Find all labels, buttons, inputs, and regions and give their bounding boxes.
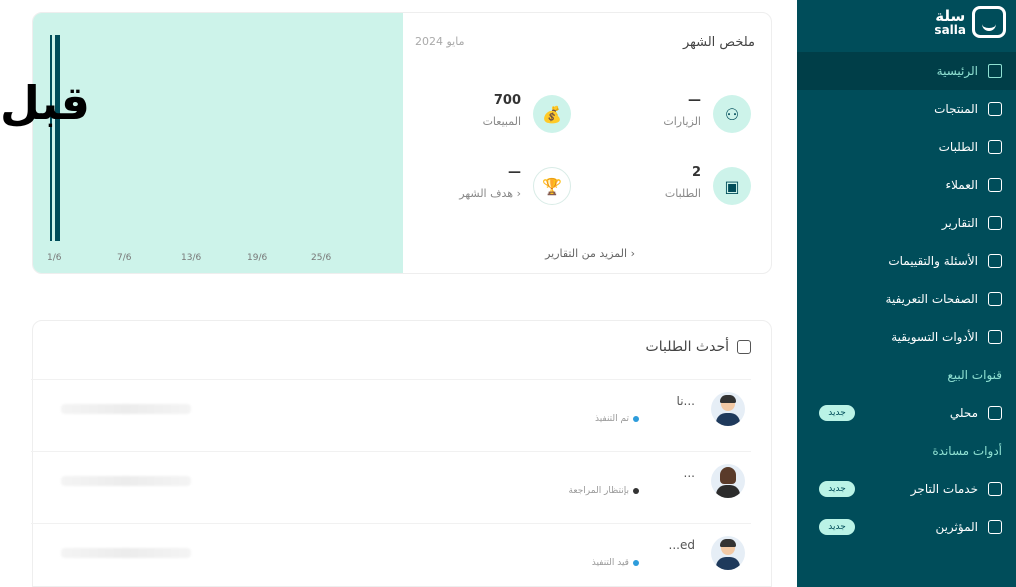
sidebar-item-label: محلي <box>949 406 978 420</box>
summary-title: ملخص الشهر <box>682 35 755 50</box>
avatar <box>711 464 745 498</box>
new-badge: جديد <box>819 405 855 421</box>
sales-label: المبيعات <box>482 115 521 128</box>
visits-value: — <box>688 93 701 108</box>
sidebar-nav: الرئيسية المنتجات الطلبات العملاء التقار… <box>797 52 1016 546</box>
redacted-info <box>61 548 191 558</box>
x-tick-label: 13/6 <box>181 253 202 263</box>
sidebar-item-label: المنتجات <box>934 102 978 116</box>
month-summary-card: 1/6 7/6 13/6 19/6 25/6 ملخص الشهر مايو 2… <box>32 12 772 274</box>
sidebar-item-label: الصفحات التعريفية <box>885 292 978 306</box>
order-row[interactable]: ... بإنتظار المراجعة <box>31 451 751 509</box>
chart-bar <box>55 35 60 241</box>
store-icon <box>988 406 1002 420</box>
goal-value: — <box>508 165 521 180</box>
sales-channels-title: قنوات البيع <box>947 368 1002 382</box>
status-dot <box>633 488 639 494</box>
sidebar-item-label: الأسئلة والتقييمات <box>888 254 978 268</box>
sidebar-item-local[interactable]: جديد محلي <box>797 394 1016 432</box>
avatar <box>711 536 745 570</box>
chart-svg <box>50 35 60 241</box>
order-row[interactable]: ...ed قيد التنفيذ <box>31 523 751 581</box>
pie-chart-icon <box>988 216 1002 230</box>
order-status: تم التنفيذ <box>595 414 639 424</box>
avatar <box>711 392 745 426</box>
sidebar-item-products[interactable]: المنتجات <box>797 90 1016 128</box>
money-bag-icon: 💰 <box>533 95 571 133</box>
goal-label[interactable]: هدف الشهر › <box>459 187 521 200</box>
sidebar-item-orders[interactable]: الطلبات <box>797 128 1016 166</box>
sidebar-item-label: المؤثرين <box>935 520 978 534</box>
logo-text: سلة salla <box>934 6 966 37</box>
more-reports-link[interactable]: المزيد من التقارير › <box>545 247 635 260</box>
sales-value: 700 <box>493 93 521 108</box>
logo-ar: سلة <box>935 6 966 25</box>
new-badge: جديد <box>819 481 855 497</box>
users-icon: ⚇ <box>713 95 751 133</box>
latest-orders-card: أحدث الطلبات نا... تم التنفيذ ... بإنتظا… <box>31 320 772 587</box>
orders-value: 2 <box>691 165 701 180</box>
box-icon: ▣ <box>713 167 751 205</box>
support-tools-title: أدوات مساندة <box>932 444 1002 458</box>
sidebar-item-label: الطلبات <box>938 140 978 154</box>
redacted-info <box>61 476 191 486</box>
sidebar-item-home[interactable]: الرئيسية <box>797 52 1016 90</box>
order-status: قيد التنفيذ <box>592 558 639 568</box>
status-dot <box>633 560 639 566</box>
summary-date[interactable]: مايو 2024 <box>415 35 464 48</box>
box-icon <box>737 340 751 354</box>
users-icon <box>988 178 1002 192</box>
redacted-info <box>61 404 191 414</box>
order-status-text: بإنتظار المراجعة <box>568 486 629 496</box>
sidebar-item-label: العملاء <box>945 178 978 192</box>
x-tick-label: 7/6 <box>117 253 132 263</box>
sidebar-item-influencers[interactable]: جديد المؤثرين <box>797 508 1016 546</box>
goal-stat[interactable]: 🏆 — هدف الشهر › <box>421 161 571 211</box>
briefcase-icon <box>988 482 1002 496</box>
sidebar-item-label: الأدوات التسويقية <box>891 330 978 344</box>
sidebar-item-customers[interactable]: العملاء <box>797 166 1016 204</box>
salla-logo-icon <box>972 6 1006 38</box>
salla-logo[interactable]: سلة salla <box>934 6 1006 38</box>
page-icon <box>988 292 1002 306</box>
order-customer-name: ... <box>683 466 695 480</box>
before-label: قبل <box>0 76 90 130</box>
new-badge: جديد <box>819 519 855 535</box>
order-customer-name: نا... <box>676 394 695 408</box>
order-row[interactable]: نا... تم التنفيذ <box>31 379 751 437</box>
sidebar-item-reports[interactable]: التقارير <box>797 204 1016 242</box>
sidebar-item-label: الرئيسية <box>936 64 978 78</box>
order-status-text: تم التنفيذ <box>594 414 629 424</box>
order-customer-name: ...ed <box>668 538 695 552</box>
sidebar-item-label: خدمات التاجر <box>910 482 978 496</box>
orders-stat: ▣ 2 الطلبات <box>601 161 751 211</box>
box-icon <box>988 140 1002 154</box>
sidebar-item-merchant-services[interactable]: جديد خدمات التاجر <box>797 470 1016 508</box>
logo-en: salla <box>934 22 966 37</box>
status-dot <box>633 416 639 422</box>
latest-orders-title: أحدث الطلبات <box>645 339 729 355</box>
sidebar-item-questions-reviews[interactable]: الأسئلة والتقييمات <box>797 242 1016 280</box>
chat-icon <box>988 254 1002 268</box>
sales-chart: 1/6 7/6 13/6 19/6 25/6 <box>33 13 403 273</box>
x-tick-label: 25/6 <box>311 253 332 263</box>
sidebar-item-label: التقارير <box>941 216 978 230</box>
influencer-icon <box>988 520 1002 534</box>
sidebar-item-pages[interactable]: الصفحات التعريفية <box>797 280 1016 318</box>
x-tick-label: 19/6 <box>247 253 268 263</box>
sales-stat: 💰 700 المبيعات <box>421 89 571 139</box>
latest-orders-header: أحدث الطلبات <box>646 339 751 355</box>
order-status-text: قيد التنفيذ <box>591 558 629 568</box>
home-icon <box>988 64 1002 78</box>
visits-stat: ⚇ — الزيارات <box>601 89 751 139</box>
trophy-icon: 🏆 <box>533 167 571 205</box>
visits-label: الزيارات <box>663 115 701 128</box>
megaphone-icon <box>988 330 1002 344</box>
sidebar: سلة salla الرئيسية المنتجات الطلبات العم… <box>797 0 1016 587</box>
shirt-icon <box>988 102 1002 116</box>
order-status: بإنتظار المراجعة <box>569 486 639 496</box>
orders-label: الطلبات <box>664 187 701 200</box>
x-tick-label: 1/6 <box>47 253 62 263</box>
sidebar-item-marketing-tools[interactable]: الأدوات التسويقية <box>797 318 1016 356</box>
